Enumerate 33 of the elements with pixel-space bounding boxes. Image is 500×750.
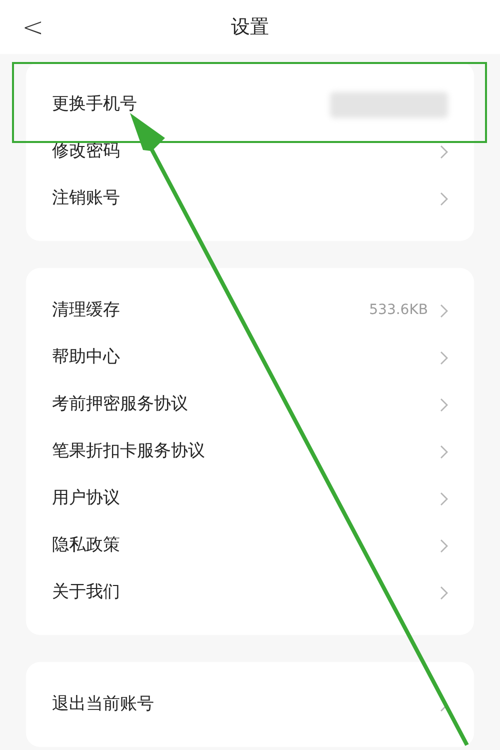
settings-row[interactable]: 考前押密服务协议 [26,381,474,428]
settings-row[interactable]: 笔果折扣卡服务协议 [26,428,474,475]
row-label: 注销账号 [52,186,120,210]
settings-row[interactable]: 注销账号 [26,175,474,222]
row-label: 退出当前账号 [52,692,154,716]
settings-row[interactable]: 帮助中心 [26,334,474,381]
settings-row[interactable]: 修改密码 [26,128,474,175]
row-label: 修改密码 [52,140,120,163]
row-label: 清理缓存 [52,298,120,322]
row-label: 笔果折扣卡服务协议 [52,440,205,463]
settings-row[interactable]: 清理缓存 533.6KB [26,287,474,334]
row-label: 帮助中心 [52,346,120,369]
row-label: 关于我们 [52,580,120,604]
chevron-right-icon [440,538,448,552]
chevron-right-icon [440,492,448,506]
chevron-right-icon [440,304,448,318]
settings-row[interactable]: 隐私政策 [26,522,474,569]
back-button[interactable]: < [22,9,44,48]
chevron-right-icon [440,444,448,458]
page-title: 设置 [231,14,269,40]
row-label: 用户协议 [52,486,120,510]
chevron-right-icon [440,144,448,158]
settings-row[interactable]: 更换手机号 [26,81,474,128]
row-label: 隐私政策 [52,534,120,557]
row-label: 更换手机号 [52,92,137,116]
settings-row[interactable]: 关于我们 [26,569,474,616]
chevron-right-icon [440,586,448,600]
settings-row[interactable]: 用户协议 [26,475,474,522]
cache-size: 533.6KB [369,301,428,320]
chevron-right-icon [440,192,448,206]
chevron-right-icon [440,398,448,412]
chevron-right-icon [440,350,448,364]
row-label: 考前押密服务协议 [52,392,188,416]
